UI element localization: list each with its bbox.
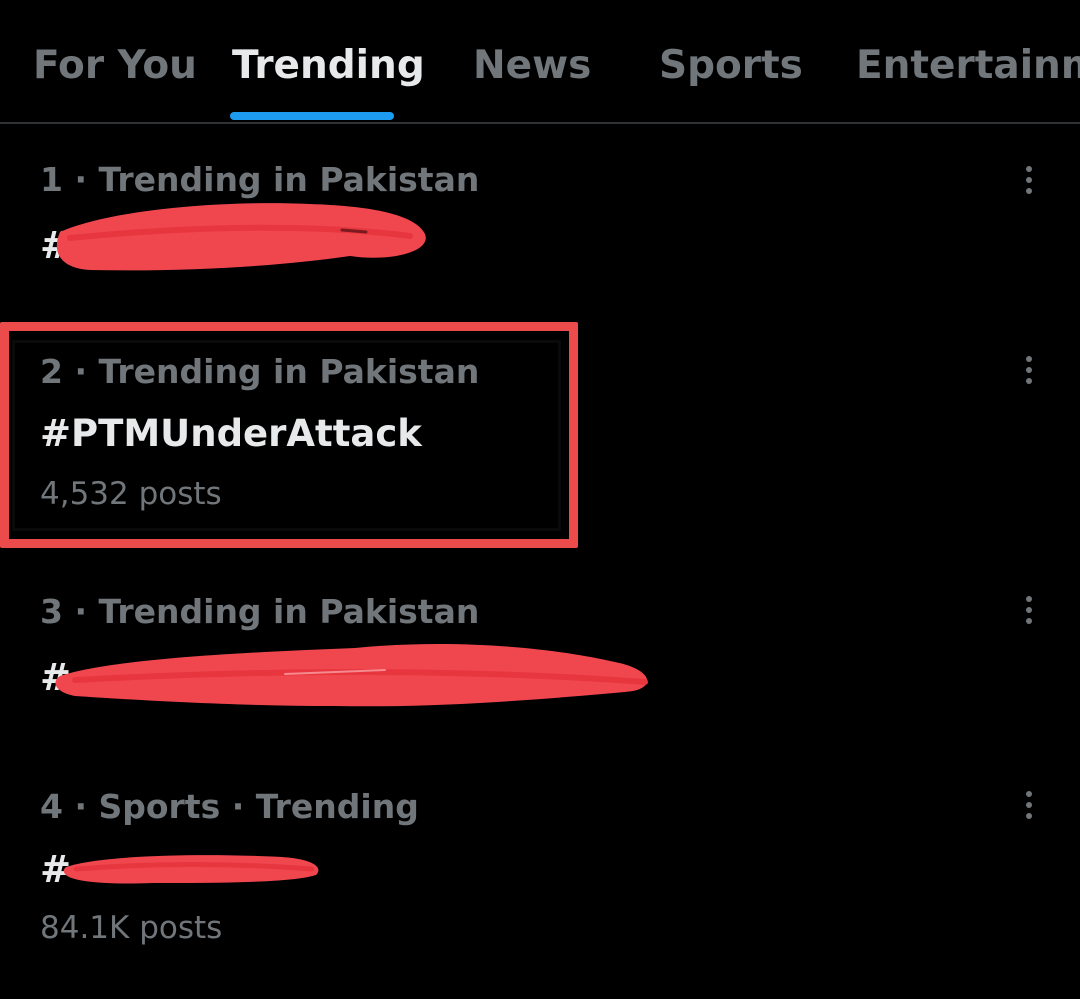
tab-for-you[interactable]: For You (33, 42, 197, 90)
active-tab-indicator (230, 112, 394, 120)
trend-item-4[interactable]: 4 · Sports · Trending # 84.1K posts (0, 765, 1080, 999)
tab-bar: For You Trending News Sports Entertainme (0, 0, 1080, 124)
trend-hashtag: #PTMUnderAttack (40, 412, 422, 455)
more-vertical-icon[interactable] (1014, 352, 1044, 388)
more-vertical-icon[interactable] (1014, 592, 1044, 628)
trend-context: 3 · Trending in Pakistan (40, 592, 480, 631)
trend-post-count: 4,532 posts (40, 476, 222, 512)
trend-item-2[interactable]: 2 · Trending in Pakistan #PTMUnderAttack… (0, 330, 1080, 550)
trend-post-count: 84.1K posts (40, 910, 223, 946)
tab-trending[interactable]: Trending (232, 42, 425, 90)
tab-entertainment[interactable]: Entertainme (856, 42, 1080, 90)
more-vertical-icon[interactable] (1014, 162, 1044, 198)
tab-sports[interactable]: Sports (659, 42, 803, 90)
trend-item-1[interactable]: 1 · Trending in Pakistan # (0, 122, 1080, 302)
trend-context: 4 · Sports · Trending (40, 787, 419, 826)
redaction-scribble (63, 855, 319, 884)
redaction-scribble (56, 203, 426, 271)
trend-item-3[interactable]: 3 · Trending in Pakistan # (0, 570, 1080, 770)
more-vertical-icon[interactable] (1014, 787, 1044, 823)
trend-context: 2 · Trending in Pakistan (40, 352, 480, 391)
tab-news[interactable]: News (473, 42, 591, 90)
redaction-scribble (55, 643, 648, 707)
